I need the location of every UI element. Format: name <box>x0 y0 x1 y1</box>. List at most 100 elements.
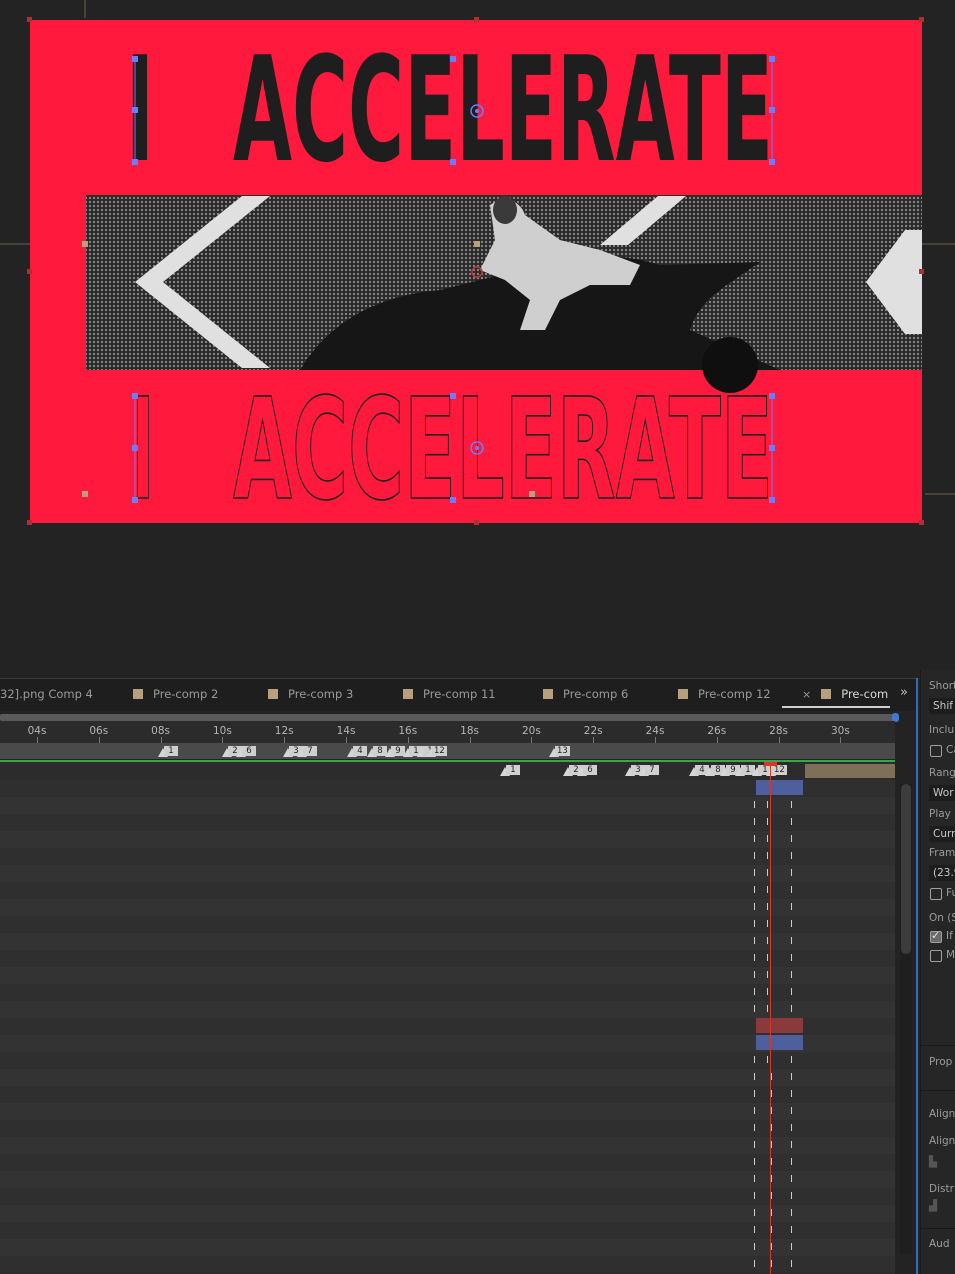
keyframe-icon[interactable]: I <box>790 869 793 879</box>
tab-pre-comp-11[interactable]: Pre-comp 11 <box>403 687 496 701</box>
keyframe-icon[interactable]: I <box>766 818 769 828</box>
tab-pre-comp-2[interactable]: Pre-comp 2 <box>133 687 218 701</box>
include-checkbox[interactable] <box>930 745 942 757</box>
composition-canvas[interactable]: I ACCELERATE I ACCELERATE <box>0 0 955 660</box>
layer-row[interactable]: III <box>0 1069 895 1087</box>
keyframe-icon[interactable]: I <box>753 1209 756 1219</box>
time-ruler[interactable]: 04s 06s 08s 10s 12s 14s 16s 18s 20s 22s 24s 26s 28s 3… <box>0 721 895 743</box>
layer-row[interactable] <box>0 780 895 798</box>
keyframe-icon[interactable]: I <box>766 1005 769 1015</box>
keyframe-icon[interactable]: I <box>753 818 756 828</box>
keyframe-icon[interactable]: I <box>790 1226 793 1236</box>
move-time-checkbox[interactable] <box>930 950 942 962</box>
keyframe-icon[interactable]: I <box>766 954 769 964</box>
full-screen-checkbox[interactable] <box>930 888 942 900</box>
layer-row[interactable]: III <box>0 797 895 815</box>
timeline-panel[interactable]: 32].png Comp 4 Pre-comp 2 Pre-comp 3 Pre… <box>0 678 918 1274</box>
keyframe-icon[interactable]: I <box>753 1226 756 1236</box>
tab-pre-comp-3[interactable]: Pre-comp 3 <box>268 687 353 701</box>
keyframe-icon[interactable]: I <box>753 1056 756 1066</box>
keyframe-icon[interactable]: I <box>753 988 756 998</box>
keyframe-icon[interactable]: I <box>753 1192 756 1202</box>
play-from-dropdown[interactable]: Curr <box>929 826 955 842</box>
layer-duration-bar[interactable] <box>805 764 895 778</box>
layer-row[interactable]: III <box>0 933 895 951</box>
comp-marker-row[interactable]: 1 2 6 3 7 4 8 9 1 1 12 13 <box>0 743 895 759</box>
layer-bar-highlight[interactable] <box>756 1018 803 1033</box>
work-area-bar[interactable] <box>0 714 895 721</box>
layer-row[interactable] <box>0 1018 895 1036</box>
keyframe-icon[interactable]: I <box>766 937 769 947</box>
keyframe-icon[interactable]: I <box>753 1073 756 1083</box>
composition-viewer[interactable]: I ACCELERATE I ACCELERATE <box>0 0 955 660</box>
keyframe-icon[interactable]: I <box>766 852 769 862</box>
keyframe-icon[interactable]: I <box>790 1243 793 1253</box>
keyframe-icon[interactable]: I <box>766 988 769 998</box>
keyframe-icon[interactable]: I <box>790 1158 793 1168</box>
keyframe-icon[interactable]: I <box>753 1175 756 1185</box>
keyframe-icon[interactable]: I <box>766 869 769 879</box>
layer-row[interactable]: III <box>0 1137 895 1155</box>
keyframe-icon[interactable]: I <box>790 1005 793 1015</box>
keyframe-icon[interactable]: I <box>753 886 756 896</box>
keyframe-icon[interactable]: I <box>790 852 793 862</box>
keyframe-icon[interactable]: I <box>790 835 793 845</box>
keyframe-icon[interactable]: I <box>790 903 793 913</box>
frame-rate-dropdown[interactable]: (23.9 <box>929 865 955 881</box>
layer-row[interactable]: III <box>0 916 895 934</box>
keyframe-icon[interactable]: I <box>790 1056 793 1066</box>
keyframe-icon[interactable]: I <box>753 1005 756 1015</box>
layer-row[interactable]: III <box>0 1205 895 1223</box>
layer-row[interactable]: III <box>0 1001 895 1019</box>
layer-rows[interactable]: IIIIIIIIIIIIIIIIIIIIIIIIIIIIIIIIIIIIIIII… <box>0 780 895 1274</box>
layer-row[interactable]: III <box>0 1086 895 1104</box>
distribute-icon[interactable]: ▟ <box>929 1200 937 1212</box>
layer-row[interactable]: III <box>0 967 895 985</box>
tab-comp-4[interactable]: 32].png Comp 4 <box>0 687 93 701</box>
keyframe-icon[interactable]: I <box>790 971 793 981</box>
keyframe-icon[interactable]: I <box>753 1124 756 1134</box>
keyframe-icon[interactable]: I <box>790 1141 793 1151</box>
layer-row[interactable]: III <box>0 882 895 900</box>
keyframe-icon[interactable]: I <box>790 1209 793 1219</box>
keyframe-icon[interactable]: I <box>790 801 793 811</box>
tab-pre-comp-12[interactable]: Pre-comp 12 <box>678 687 771 701</box>
keyframe-icon[interactable]: I <box>790 1124 793 1134</box>
layer-row[interactable]: III <box>0 1222 895 1240</box>
keyframe-icon[interactable]: I <box>753 869 756 879</box>
close-tab-icon[interactable]: × <box>802 688 811 701</box>
current-time-indicator[interactable] <box>770 764 771 1274</box>
more-tabs-icon[interactable]: » <box>900 685 908 700</box>
keyframe-icon[interactable]: I <box>790 1260 793 1270</box>
tab-pre-comp-active[interactable]: × Pre-com <box>782 687 891 708</box>
keyframe-icon[interactable]: I <box>753 1090 756 1100</box>
layer-row[interactable]: III <box>0 814 895 832</box>
keyframe-icon[interactable]: I <box>790 1192 793 1202</box>
keyframe-icon[interactable]: I <box>753 971 756 981</box>
keyframe-icon[interactable]: I <box>790 818 793 828</box>
layer-row[interactable]: III <box>0 1052 895 1070</box>
layer-row[interactable]: III <box>0 1103 895 1121</box>
layer-row[interactable]: III <box>0 950 895 968</box>
preview-panel[interactable]: Short Shif Inclu Ca Rang Wor Play Curr F… <box>920 670 955 1274</box>
keyframe-icon[interactable]: I <box>753 954 756 964</box>
layer-row[interactable]: III <box>0 1120 895 1138</box>
keyframe-icon[interactable]: I <box>766 886 769 896</box>
layer-row[interactable]: III <box>0 1171 895 1189</box>
keyframe-icon[interactable]: I <box>790 1090 793 1100</box>
layer-row[interactable]: III <box>0 831 895 849</box>
layer-bar-selected[interactable] <box>756 1035 803 1050</box>
keyframe-icon[interactable]: I <box>790 954 793 964</box>
keyframe-icon[interactable]: I <box>753 1107 756 1117</box>
motorbike-image-layer[interactable] <box>86 195 922 393</box>
keyframe-icon[interactable]: I <box>753 852 756 862</box>
keyframe-icon[interactable]: I <box>790 1175 793 1185</box>
layer-row[interactable] <box>0 1035 895 1053</box>
if-caching-checkbox[interactable] <box>930 929 942 943</box>
range-dropdown[interactable]: Wor <box>929 785 955 801</box>
keyframe-icon[interactable]: I <box>790 1107 793 1117</box>
keyframe-icon[interactable]: I <box>766 835 769 845</box>
scroll-thumb[interactable] <box>901 784 911 954</box>
keyframe-icon[interactable]: I <box>790 920 793 930</box>
timeline-scrollbar[interactable] <box>900 784 912 1254</box>
